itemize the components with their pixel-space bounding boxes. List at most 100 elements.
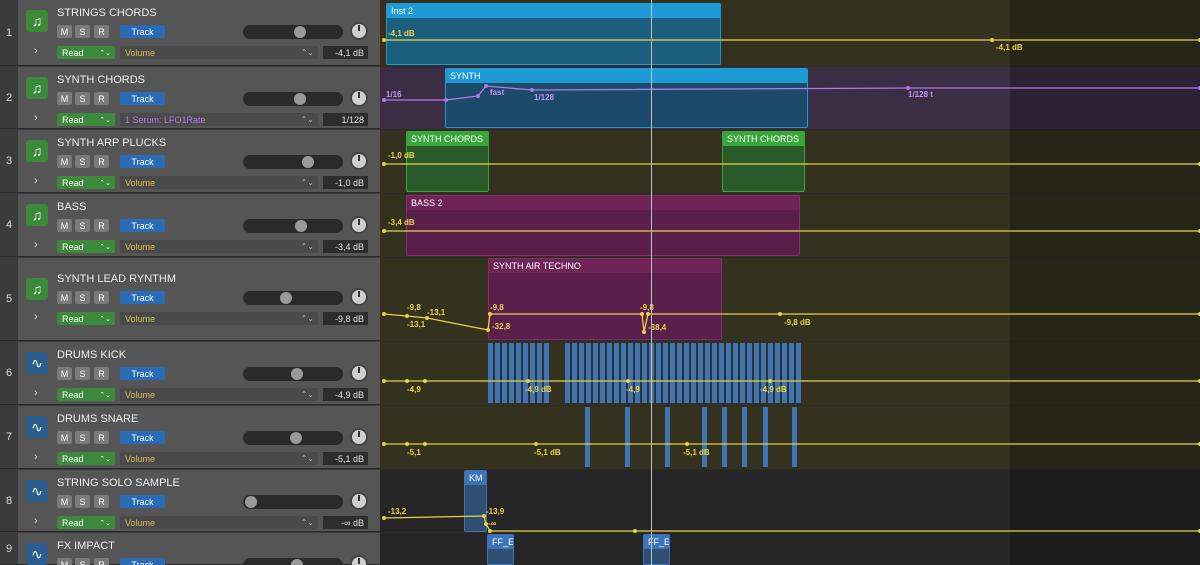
pan-knob[interactable] <box>350 22 368 40</box>
volume-slider-knob[interactable] <box>245 496 257 508</box>
automation-mode-select[interactable]: Read ⌃⌄ <box>57 312 115 325</box>
automation-point[interactable] <box>484 84 488 88</box>
automation-parameter-select[interactable]: Volume ⌃⌄ <box>120 240 318 253</box>
automation-parameter-select[interactable]: Volume ⌃⌄ <box>120 46 318 59</box>
automation-point[interactable] <box>423 379 427 383</box>
track-automation-button[interactable]: Track <box>120 25 165 38</box>
automation-mode-select[interactable]: Read ⌃⌄ <box>57 452 115 465</box>
automation-point[interactable] <box>626 379 630 383</box>
track-header[interactable]: 8 ∿ STRING SOLO SAMPLE M S R Track › Rea… <box>0 470 380 532</box>
volume-slider[interactable] <box>243 291 343 305</box>
solo-button[interactable]: S <box>75 495 90 508</box>
automation-parameter-select[interactable]: Volume ⌃⌄ <box>120 388 318 401</box>
solo-button[interactable]: S <box>75 367 90 380</box>
automation-point[interactable] <box>423 442 427 446</box>
track-automation-button[interactable]: Track <box>120 155 165 168</box>
playhead[interactable] <box>651 0 652 565</box>
track-name[interactable]: FX IMPACT <box>57 540 115 552</box>
record-button[interactable]: R <box>94 431 109 444</box>
track-name[interactable]: SYNTH CHORDS <box>57 74 145 86</box>
automation-point[interactable] <box>476 94 480 98</box>
record-button[interactable]: R <box>94 291 109 304</box>
track-name[interactable]: DRUMS KICK <box>57 349 126 361</box>
automation-point[interactable] <box>488 312 492 316</box>
automation-value-field[interactable]: 1/128 <box>323 113 368 126</box>
mute-button[interactable]: M <box>57 431 72 444</box>
track-header[interactable]: 3 ♫ SYNTH ARP PLUCKS M S R Track › Read ⌃… <box>0 130 380 193</box>
track-name[interactable]: SYNTH ARP PLUCKS <box>57 137 166 149</box>
record-button[interactable]: R <box>94 495 109 508</box>
record-button[interactable]: R <box>94 558 109 565</box>
mute-button[interactable]: M <box>57 495 72 508</box>
automation-value-field[interactable]: -9,8 dB <box>323 312 368 325</box>
track-name[interactable]: DRUMS SNARE <box>57 413 138 425</box>
volume-slider[interactable] <box>243 155 343 169</box>
solo-button[interactable]: S <box>75 92 90 105</box>
volume-slider[interactable] <box>243 495 343 509</box>
pan-knob[interactable] <box>350 555 368 565</box>
pan-knob[interactable] <box>350 288 368 306</box>
track-automation-button[interactable]: Track <box>120 558 165 565</box>
track-header[interactable]: 1 ♫ STRINGS CHORDS M S R Track › Read ⌃⌄ … <box>0 0 380 66</box>
automation-point[interactable] <box>646 312 650 316</box>
automation-lines[interactable] <box>380 0 1200 565</box>
track-name[interactable]: SYNTH LEAD RYNTHM <box>57 273 176 285</box>
track-header[interactable]: 4 ♫ BASS M S R Track › Read ⌃⌄ Volume ⌃⌄ -… <box>0 194 380 257</box>
automation-mode-select[interactable]: Read ⌃⌄ <box>57 240 115 253</box>
mute-button[interactable]: M <box>57 25 72 38</box>
solo-button[interactable]: S <box>75 431 90 444</box>
volume-slider[interactable] <box>243 25 343 39</box>
automation-parameter-select[interactable]: Volume ⌃⌄ <box>120 312 318 325</box>
automation-mode-select[interactable]: Read ⌃⌄ <box>57 113 115 126</box>
automation-point[interactable] <box>405 442 409 446</box>
automation-value-field[interactable]: -4,1 dB <box>323 46 368 59</box>
automation-point[interactable] <box>382 442 386 446</box>
volume-slider-knob[interactable] <box>295 220 308 232</box>
mute-button[interactable]: M <box>57 291 72 304</box>
arrange-area[interactable]: Inst 2 SYNTH SYNTH CHORDS SYNTH CHORDS B… <box>380 0 1200 565</box>
track-automation-button[interactable]: Track <box>120 431 165 444</box>
expand-chevron-icon[interactable]: › <box>34 451 38 463</box>
mute-button[interactable]: M <box>57 558 72 565</box>
automation-value-field[interactable]: -4,9 dB <box>323 388 368 401</box>
record-button[interactable]: R <box>94 155 109 168</box>
volume-slider-knob[interactable] <box>280 292 293 304</box>
automation-value-field[interactable]: -3,4 dB <box>323 240 368 253</box>
record-button[interactable]: R <box>94 25 109 38</box>
automation-point[interactable] <box>382 379 386 383</box>
track-name[interactable]: STRINGS CHORDS <box>57 7 157 19</box>
solo-button[interactable]: S <box>75 219 90 232</box>
automation-parameter-select[interactable]: Volume ⌃⌄ <box>120 176 318 189</box>
automation-parameter-select[interactable]: Volume ⌃⌄ <box>120 452 318 465</box>
track-automation-button[interactable]: Track <box>120 291 165 304</box>
expand-chevron-icon[interactable]: › <box>34 239 38 251</box>
expand-chevron-icon[interactable]: › <box>34 515 38 527</box>
record-button[interactable]: R <box>94 367 109 380</box>
automation-point[interactable] <box>768 379 772 383</box>
expand-chevron-icon[interactable]: › <box>34 175 38 187</box>
automation-point[interactable] <box>382 38 386 42</box>
automation-point[interactable] <box>633 529 637 533</box>
volume-slider[interactable] <box>243 367 343 381</box>
pan-knob[interactable] <box>350 152 368 170</box>
track-automation-button[interactable]: Track <box>120 219 165 232</box>
automation-point[interactable] <box>778 312 782 316</box>
automation-point[interactable] <box>526 379 530 383</box>
automation-point[interactable] <box>642 330 646 334</box>
volume-slider-knob[interactable] <box>293 26 306 38</box>
automation-mode-select[interactable]: Read ⌃⌄ <box>57 46 115 59</box>
automation-value-field[interactable]: -1,0 dB <box>323 176 368 189</box>
automation-point[interactable] <box>444 98 448 102</box>
record-button[interactable]: R <box>94 92 109 105</box>
automation-mode-select[interactable]: Read ⌃⌄ <box>57 388 115 401</box>
automation-point[interactable] <box>382 516 386 520</box>
automation-point[interactable] <box>405 314 409 318</box>
expand-chevron-icon[interactable]: › <box>34 311 38 323</box>
automation-parameter-select[interactable]: Volume ⌃⌄ <box>120 516 318 529</box>
solo-button[interactable]: S <box>75 291 90 304</box>
automation-curve[interactable] <box>383 515 1200 532</box>
track-automation-button[interactable]: Track <box>120 92 165 105</box>
pan-knob[interactable] <box>350 492 368 510</box>
volume-slider[interactable] <box>243 219 343 233</box>
automation-point[interactable] <box>405 379 409 383</box>
